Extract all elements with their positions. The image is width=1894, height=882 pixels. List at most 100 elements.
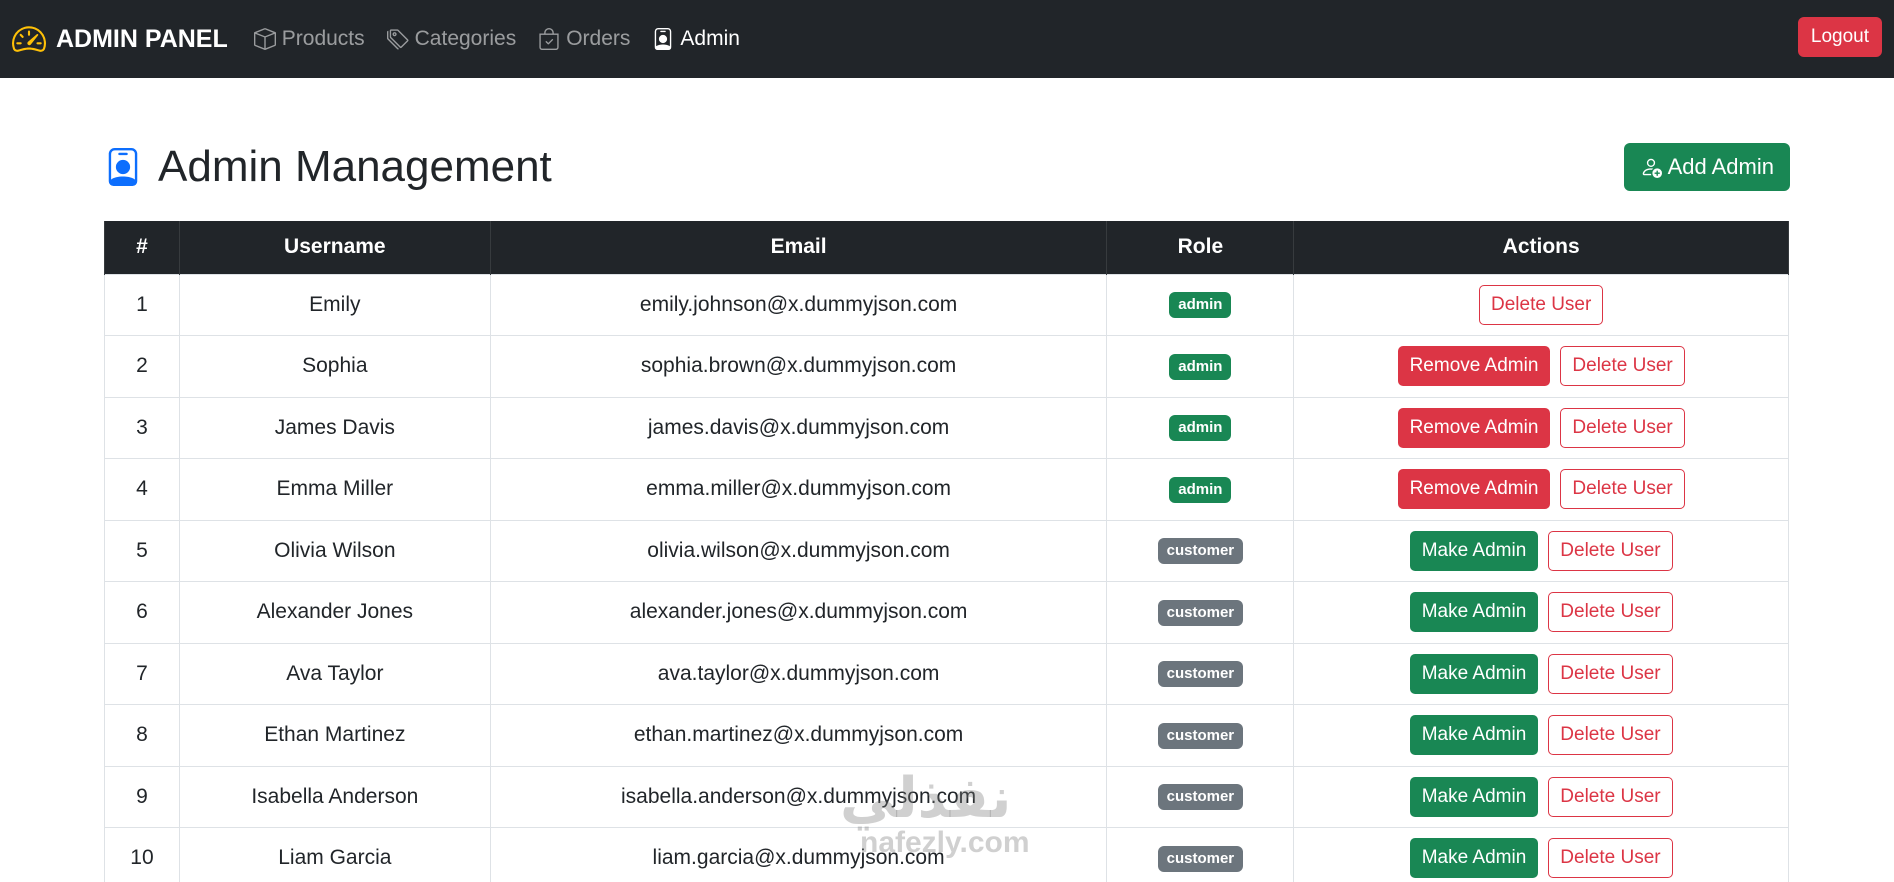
row-role: customer <box>1106 642 1295 705</box>
row-username: Olivia Wilson <box>178 519 491 582</box>
column-header-role: Role <box>1106 221 1295 274</box>
column-header-username: Username <box>178 221 491 274</box>
row-number: 2 <box>104 335 180 398</box>
row-number: 7 <box>104 642 180 705</box>
row-email: isabella.anderson@x.dummyjson.com <box>489 765 1108 828</box>
make-admin-button[interactable]: Make Admin <box>1409 530 1539 571</box>
row-number: 6 <box>104 581 180 644</box>
brand[interactable]: ADMIN PANEL <box>12 22 228 56</box>
make-admin-button[interactable]: Make Admin <box>1409 653 1539 694</box>
row-number: 9 <box>104 765 180 828</box>
row-role: admin <box>1106 335 1295 398</box>
top-navbar: ADMIN PANEL Products Categories Orders A… <box>0 0 1894 78</box>
row-email: ethan.martinez@x.dummyjson.com <box>489 704 1108 767</box>
row-role: customer <box>1106 765 1295 828</box>
row-role: customer <box>1106 827 1295 882</box>
row-role: admin <box>1106 273 1295 336</box>
row-number: 4 <box>104 458 180 521</box>
delete-user-button[interactable]: Delete User <box>1479 284 1604 325</box>
delete-user-button[interactable]: Delete User <box>1548 530 1673 571</box>
table-row: 4 Emma Miller emma.miller@x.dummyjson.com a… <box>104 458 1789 521</box>
nav-link-categories[interactable]: Categories <box>386 27 516 51</box>
role-badge: customer <box>1157 599 1244 626</box>
remove-admin-button[interactable]: Remove Admin <box>1397 469 1551 510</box>
delete-user-button[interactable]: Delete User <box>1548 776 1673 817</box>
add-admin-label: Add Admin <box>1667 154 1774 179</box>
row-username: Alexander Jones <box>178 581 491 644</box>
row-actions: Make Admin Delete User <box>1293 519 1789 582</box>
table-row: 9 Isabella Anderson isabella.anderson@x.du… <box>104 765 1789 828</box>
delete-user-button[interactable]: Delete User <box>1548 838 1673 879</box>
row-username: Ava Taylor <box>178 642 491 705</box>
role-badge: admin <box>1169 292 1232 319</box>
row-number: 3 <box>104 396 180 459</box>
row-actions: Make Admin Delete User <box>1293 642 1789 705</box>
nav-link-products[interactable]: Products <box>253 27 365 51</box>
delete-user-button[interactable]: Delete User <box>1560 407 1685 448</box>
delete-user-button[interactable]: Delete User <box>1548 715 1673 756</box>
table-row: 1 Emily emily.johnson@x.dummyjson.com admin… <box>104 273 1789 336</box>
role-badge: customer <box>1157 661 1244 688</box>
role-badge: admin <box>1169 353 1232 380</box>
table-row: 8 Ethan Martinez ethan.martinez@x.dummyjso… <box>104 704 1789 767</box>
nav-link-label: Admin <box>680 27 740 50</box>
row-number: 8 <box>104 704 180 767</box>
row-role: admin <box>1106 396 1295 459</box>
row-email: emily.johnson@x.dummyjson.com <box>489 273 1108 336</box>
table-row: 10 Liam Garcia liam.garcia@x.dummyjson.com… <box>104 827 1789 882</box>
page-header: Admin Management Add Admin <box>104 140 1790 194</box>
speedometer-icon <box>12 26 46 52</box>
row-number: 5 <box>104 519 180 582</box>
users-table-container: # Username Email Role Actions 1 Emily emil… <box>104 221 1789 882</box>
remove-admin-button[interactable]: Remove Admin <box>1397 346 1551 387</box>
column-header-actions: Actions <box>1293 221 1789 274</box>
row-username: Emma Miller <box>178 458 491 521</box>
row-actions: Make Admin Delete User <box>1293 704 1789 767</box>
remove-admin-button[interactable]: Remove Admin <box>1397 407 1551 448</box>
table-body: 1 Emily emily.johnson@x.dummyjson.com admin… <box>104 273 1789 882</box>
row-role: customer <box>1106 581 1295 644</box>
table-row: 7 Ava Taylor ava.taylor@x.dummyjson.com cus… <box>104 642 1789 705</box>
person-add-icon <box>1642 158 1662 178</box>
box-icon <box>253 28 276 50</box>
person-badge-icon <box>655 28 672 50</box>
row-username: Isabella Anderson <box>178 765 491 828</box>
row-actions: Make Admin Delete User <box>1293 827 1789 882</box>
row-username: Emily <box>178 273 491 336</box>
row-username: Liam Garcia <box>178 827 491 882</box>
make-admin-button[interactable]: Make Admin <box>1409 592 1539 633</box>
nav-link-admin[interactable]: Admin <box>652 27 740 51</box>
person-badge-icon <box>108 148 138 186</box>
column-header-email: Email <box>489 221 1108 274</box>
row-email: alexander.jones@x.dummyjson.com <box>489 581 1108 644</box>
table-row: 6 Alexander Jones alexander.jones@x.dummyj… <box>104 581 1789 644</box>
logout-button[interactable]: Logout <box>1797 17 1882 57</box>
row-role: admin <box>1106 458 1295 521</box>
role-badge: customer <box>1157 784 1244 811</box>
delete-user-button[interactable]: Delete User <box>1548 653 1673 694</box>
tags-icon <box>386 29 409 50</box>
nav-link-label: Orders <box>566 27 631 50</box>
add-admin-button[interactable]: Add Admin <box>1623 143 1790 191</box>
delete-user-button[interactable]: Delete User <box>1560 346 1685 387</box>
delete-user-button[interactable]: Delete User <box>1548 592 1673 633</box>
make-admin-button[interactable]: Make Admin <box>1409 838 1539 879</box>
row-number: 1 <box>104 273 180 336</box>
row-email: sophia.brown@x.dummyjson.com <box>489 335 1108 398</box>
bag-check-icon <box>539 28 559 50</box>
role-badge: admin <box>1169 476 1232 503</box>
role-badge: customer <box>1157 722 1244 749</box>
make-admin-button[interactable]: Make Admin <box>1409 715 1539 756</box>
row-actions: Make Admin Delete User <box>1293 765 1789 828</box>
make-admin-button[interactable]: Make Admin <box>1409 776 1539 817</box>
row-email: ava.taylor@x.dummyjson.com <box>489 642 1108 705</box>
row-username: Ethan Martinez <box>178 704 491 767</box>
row-role: customer <box>1106 519 1295 582</box>
row-email: emma.miller@x.dummyjson.com <box>489 458 1108 521</box>
nav-links: Products Categories Orders Admin <box>253 27 762 51</box>
nav-link-orders[interactable]: Orders <box>538 27 630 51</box>
row-email: olivia.wilson@x.dummyjson.com <box>489 519 1108 582</box>
nav-link-label: Products <box>281 27 365 50</box>
row-role: customer <box>1106 704 1295 767</box>
delete-user-button[interactable]: Delete User <box>1560 469 1685 510</box>
